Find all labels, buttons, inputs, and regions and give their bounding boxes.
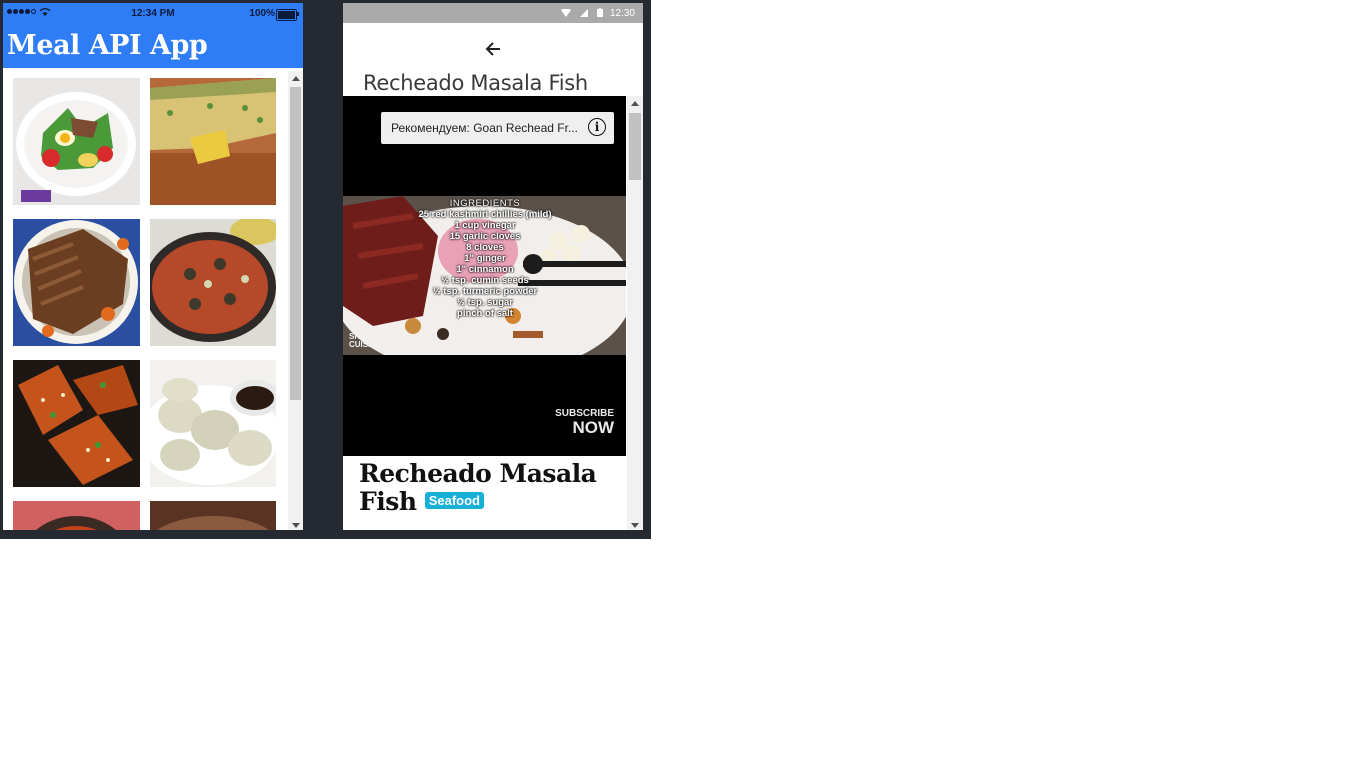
ingredients-header: INGREDIENTS xyxy=(449,198,521,209)
ingredient-line: 1 cup vinegar xyxy=(454,220,516,231)
ingredient-line: 15 garlic cloves xyxy=(449,231,521,242)
glazed-salmon-photo xyxy=(13,360,140,487)
meal-tile-soup[interactable] xyxy=(150,501,276,530)
meal-tile-roast-beef[interactable] xyxy=(13,219,140,346)
battery-icon xyxy=(597,8,603,17)
video-player[interactable]: Рекомендуем: Goan Rechead Fr... i INGRED… xyxy=(343,96,626,456)
ingredients-overlay: INGREDIENTS 25 red kashmiri chillies (mi… xyxy=(405,198,565,319)
recommendation-text: Рекомендуем: Goan Rechead Fr... xyxy=(391,121,578,135)
meal-detail-content: Рекомендуем: Goan Rechead Fr... i INGRED… xyxy=(343,96,643,530)
meal-grid xyxy=(13,78,279,530)
info-icon[interactable]: i xyxy=(588,118,606,136)
meal-tile-salmon[interactable] xyxy=(13,360,140,487)
soup-photo xyxy=(150,501,276,530)
casserole-photo xyxy=(150,78,276,205)
roast-beef-photo xyxy=(13,219,140,346)
ios-phone-screen: 12:34 PM 100% Meal API App xyxy=(3,3,303,530)
video-recommendation-card[interactable]: Рекомендуем: Goan Rechead Fr... i xyxy=(381,112,614,144)
android-phone-screen: 12:30 Recheado Masala Fish Рекомендуем: … xyxy=(343,3,643,530)
scroll-down-arrow-icon[interactable] xyxy=(292,523,300,528)
ingredient-line: 1" ginger xyxy=(464,253,506,264)
ingredient-line: 8 cloves xyxy=(466,242,504,253)
scroll-up-arrow-icon[interactable] xyxy=(631,101,639,106)
paella-photo xyxy=(150,219,276,346)
subscribe-now-button[interactable]: SUBSCRIBE NOW xyxy=(555,409,614,437)
page-title: Recheado Masala Fish xyxy=(363,71,588,95)
arrow-left-icon xyxy=(485,42,500,56)
scroll-up-arrow-icon[interactable] xyxy=(292,76,300,81)
app-header: Meal API App xyxy=(3,25,303,68)
battery-percent: 100% xyxy=(249,8,275,19)
ingredient-line: ½ tsp. turmeric powder xyxy=(432,286,538,297)
meal-tile-dumplings[interactable] xyxy=(150,360,276,487)
meal-tile-casserole[interactable] xyxy=(150,78,276,205)
wifi-icon xyxy=(561,8,571,17)
status-time: 12:30 xyxy=(609,8,635,19)
video-frame: INGREDIENTS 25 red kashmiri chillies (mi… xyxy=(343,196,626,355)
scroll-down-arrow-icon[interactable] xyxy=(631,523,639,528)
scrollbar-thumb[interactable] xyxy=(290,87,301,400)
back-button[interactable] xyxy=(481,37,505,61)
scrollbar-thumb[interactable] xyxy=(629,113,641,180)
android-status-bar: 12:30 xyxy=(343,3,643,23)
category-badge: Seafood xyxy=(424,492,485,509)
ingredient-line: pinch of salt xyxy=(457,308,513,319)
app-title: Meal API App xyxy=(7,30,208,61)
channel-watermark: SHAMS CUISINE xyxy=(349,332,382,349)
ingredient-line: ½ tsp. sugar xyxy=(457,297,513,308)
meal-title: Recheado Masala Fish Seafood xyxy=(359,460,619,516)
meal-tile-salad[interactable] xyxy=(13,78,140,205)
stew-photo xyxy=(13,501,140,530)
cellular-signal-icon xyxy=(580,8,588,17)
dumplings-photo xyxy=(150,360,276,487)
salad-photo xyxy=(13,78,140,205)
subscribe-now-label: NOW xyxy=(572,418,614,437)
detail-scrollbar[interactable] xyxy=(627,96,643,530)
meal-list-scrollbar[interactable] xyxy=(288,71,303,530)
meal-tile-stew[interactable] xyxy=(13,501,140,530)
meal-tile-paella[interactable] xyxy=(150,219,276,346)
battery-icon xyxy=(276,9,299,21)
ingredient-line: 1" cinnamon xyxy=(456,264,514,275)
ingredient-line: 25 red kashmiri chillies (mild) xyxy=(418,209,552,220)
ingredient-line: ½ tsp. cumin seeds xyxy=(441,275,529,286)
ios-status-bar: 12:34 PM 100% xyxy=(3,3,303,25)
